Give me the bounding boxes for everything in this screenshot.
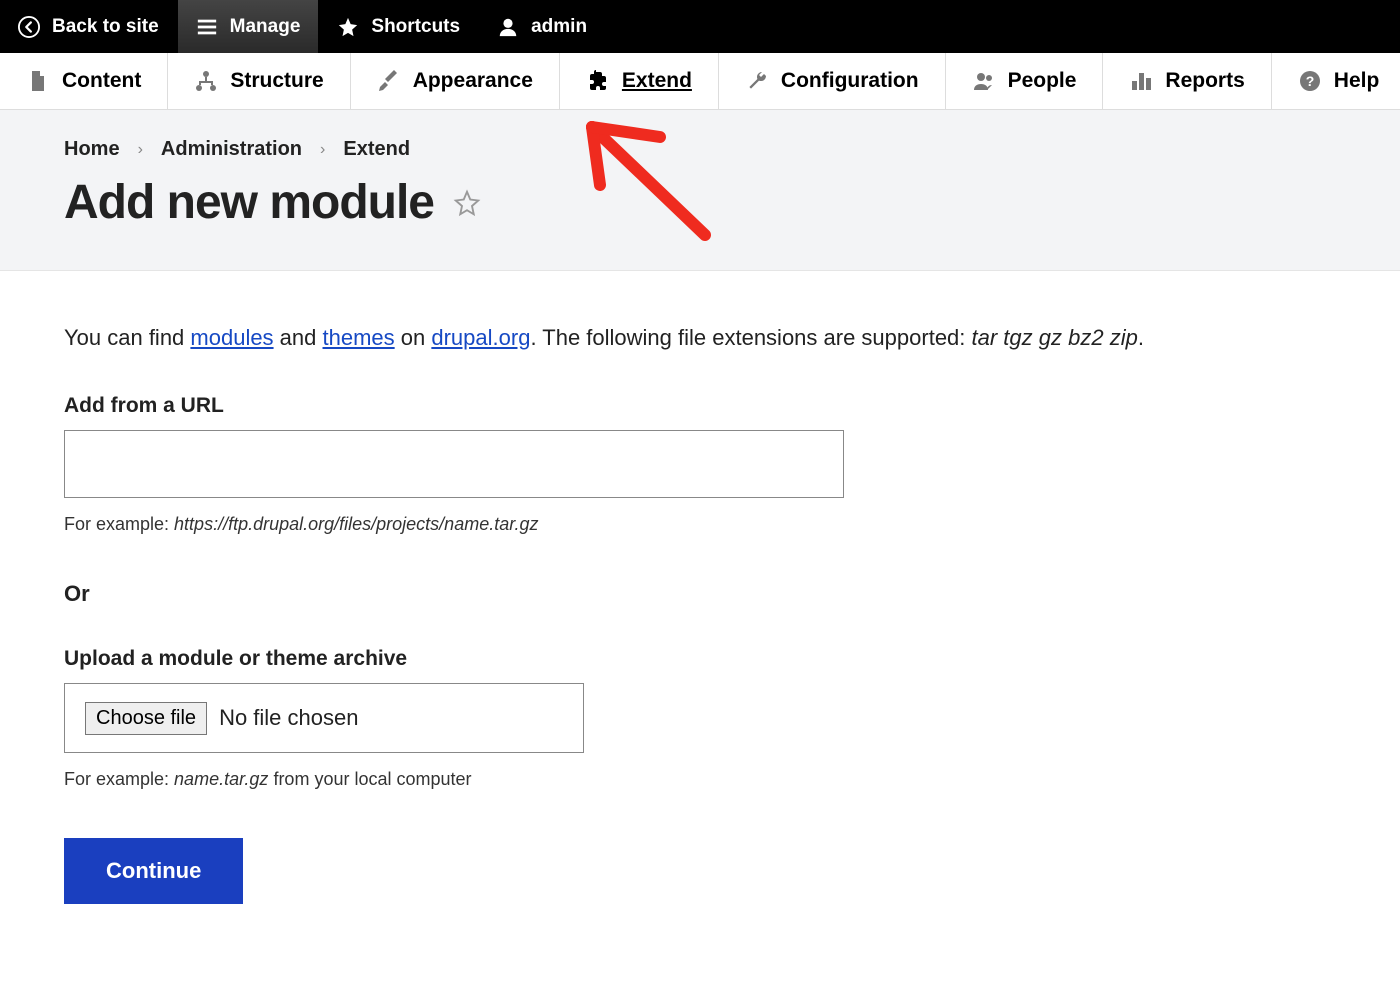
url-input[interactable]: [64, 430, 844, 498]
adminbar-label: Configuration: [781, 69, 919, 93]
adminbar-label: Appearance: [413, 69, 533, 93]
adminbar-label: People: [1008, 69, 1077, 93]
drupal-org-link[interactable]: drupal.org: [431, 325, 530, 350]
adminbar-label: Structure: [230, 69, 323, 93]
modules-link[interactable]: modules: [190, 325, 273, 350]
file-status-text: No file chosen: [219, 705, 358, 731]
shortcuts-label: Shortcuts: [371, 16, 460, 38]
adminbar-configuration[interactable]: Configuration: [719, 53, 946, 109]
shortcut-star-icon[interactable]: [452, 188, 482, 218]
user-menu-button[interactable]: admin: [479, 0, 606, 53]
intro-text: You can find modules and themes on drupa…: [64, 321, 1236, 354]
file-icon: [26, 69, 50, 93]
url-label: Add from a URL: [64, 394, 1236, 418]
admin-menu: Content Structure Appearance Extend Conf…: [0, 53, 1400, 110]
hierarchy-icon: [194, 69, 218, 93]
choose-file-button[interactable]: Choose file: [85, 702, 207, 735]
puzzle-icon: [586, 69, 610, 93]
themes-link[interactable]: themes: [323, 325, 395, 350]
paintbrush-icon: [377, 69, 401, 93]
star-icon: [337, 16, 359, 38]
adminbar-label: Reports: [1165, 69, 1244, 93]
breadcrumb: Home › Administration › Extend: [64, 138, 1336, 161]
bar-chart-icon: [1129, 69, 1153, 93]
url-help-text: For example: https://ftp.drupal.org/file…: [64, 514, 1236, 535]
breadcrumb-admin[interactable]: Administration: [161, 138, 302, 161]
adminbar-people[interactable]: People: [946, 53, 1104, 109]
file-input-wrapper[interactable]: Choose file No file chosen: [64, 683, 584, 753]
adminbar-label: Content: [62, 69, 141, 93]
supported-extensions: tar tgz gz bz2 zip: [972, 325, 1138, 350]
adminbar-appearance[interactable]: Appearance: [351, 53, 560, 109]
breadcrumb-extend[interactable]: Extend: [343, 138, 410, 161]
shortcuts-button[interactable]: Shortcuts: [319, 0, 479, 53]
breadcrumb-sep: ›: [138, 141, 143, 159]
or-separator: Or: [64, 581, 1236, 607]
hamburger-icon: [196, 16, 218, 38]
adminbar-extend[interactable]: Extend: [560, 53, 719, 109]
help-icon: ?: [1298, 69, 1322, 93]
adminbar-structure[interactable]: Structure: [168, 53, 350, 109]
adminbar-help[interactable]: ? Help: [1272, 53, 1400, 109]
top-toolbar: Back to site Manage Shortcuts admin: [0, 0, 1400, 53]
user-label: admin: [531, 16, 587, 38]
main-content: You can find modules and themes on drupa…: [0, 271, 1300, 954]
back-circle-icon: [18, 16, 40, 38]
page-header: Home › Administration › Extend Add new m…: [0, 110, 1400, 271]
upload-help-text: For example: name.tar.gz from your local…: [64, 769, 1236, 790]
manage-button[interactable]: Manage: [178, 0, 320, 53]
back-to-site-button[interactable]: Back to site: [0, 0, 178, 53]
upload-label: Upload a module or theme archive: [64, 647, 1236, 671]
adminbar-label: Extend: [622, 69, 692, 93]
page-title: Add new module: [64, 175, 434, 230]
people-icon: [972, 69, 996, 93]
wrench-icon: [745, 69, 769, 93]
user-icon: [497, 16, 519, 38]
adminbar-reports[interactable]: Reports: [1103, 53, 1271, 109]
breadcrumb-home[interactable]: Home: [64, 138, 120, 161]
svg-text:?: ?: [1306, 73, 1315, 89]
adminbar-label: Help: [1334, 69, 1380, 93]
back-to-site-label: Back to site: [52, 16, 159, 38]
adminbar-content[interactable]: Content: [0, 53, 168, 109]
manage-label: Manage: [230, 16, 301, 38]
continue-button[interactable]: Continue: [64, 838, 243, 904]
breadcrumb-sep: ›: [320, 141, 325, 159]
